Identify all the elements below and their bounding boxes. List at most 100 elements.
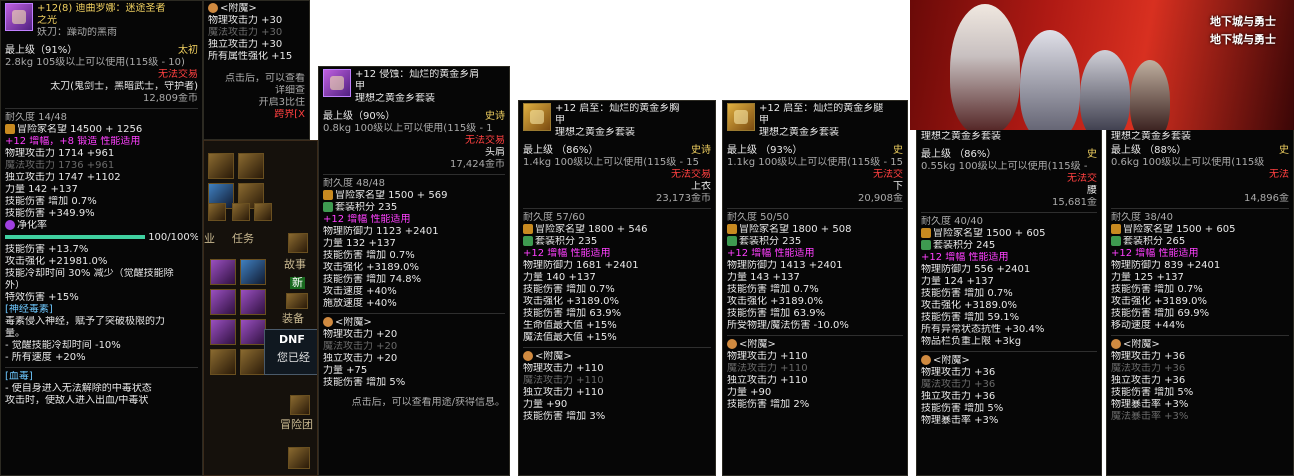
inventory-slot-6[interactable] xyxy=(240,319,266,345)
stat-dmg-reduction: 所受物理/魔法伤害 -10.0% xyxy=(727,320,849,331)
stat-str: 力量 143 +137 xyxy=(727,272,800,283)
stat-atk-up: 攻击强化 +3189.0% xyxy=(1111,296,1208,307)
stat-skill-dmg-2: 技能伤害 增加 59.1% xyxy=(921,312,1020,323)
cross-link[interactable]: 跨界[X xyxy=(208,109,305,121)
stat-status-res: 所有异常状态抗性 +30.4% xyxy=(921,324,1045,335)
hint-line-3: 开启3比住 xyxy=(258,97,305,108)
enchant-phys: 物理攻击力 +110 xyxy=(727,351,808,362)
enchant-indep: 独立攻击力 +110 xyxy=(727,375,808,386)
set-points: 套装积分 265 xyxy=(1123,236,1186,247)
item-price: 20,908金 xyxy=(858,193,903,204)
usage-hint[interactable]: 点击后，可以查看用途/获得信息。 xyxy=(323,397,505,409)
stat-atk-up: 攻击强化 +3189.0% xyxy=(523,296,620,307)
stat-skill-dmg: 技能伤害 增加 0.7% xyxy=(727,284,819,295)
trade-status: 无法交 xyxy=(873,169,903,180)
set-points: 套装积分 235 xyxy=(335,202,398,213)
adventurer-fame-icon xyxy=(921,228,931,238)
character-art-2 xyxy=(1020,30,1080,130)
inventory-slot-8[interactable] xyxy=(240,349,266,375)
tab-task[interactable]: 任务 xyxy=(232,233,254,245)
equip-slot-2[interactable] xyxy=(238,153,264,179)
character-art-3 xyxy=(1080,50,1130,130)
stat-weight-limit: 物品栏负重上限 +3kg xyxy=(921,336,1022,347)
trade-status: 无法交易 xyxy=(671,169,711,180)
quest-slot[interactable] xyxy=(286,293,308,309)
backpack-icon[interactable] xyxy=(290,395,310,415)
shoulder-icon xyxy=(323,69,351,97)
stat-skill-dmg-2: 技能伤害 增加 74.8% xyxy=(323,274,422,285)
stat-hp-max: 生命值最大值 +15% xyxy=(523,320,617,331)
tab-job[interactable]: 业 xyxy=(204,233,215,245)
enchant-skill: 技能伤害 增加 5% xyxy=(323,377,406,388)
story-label[interactable]: 故事 xyxy=(284,259,306,271)
rarity-text: 最上级（90%） xyxy=(323,111,396,122)
stat-atk-speed: 攻击速度 +40% xyxy=(323,286,397,297)
equip-label[interactable]: 装备 xyxy=(282,313,304,325)
item-price: 15,681金 xyxy=(1052,197,1097,208)
item-title: +12 启至：灿烂的黄金乡胸 xyxy=(555,103,680,114)
rarity-text: 最上级（91%） xyxy=(5,45,78,56)
item-subtitle: 妖刀：躁动的黑雨 xyxy=(37,27,117,38)
neuro-desc-cont: 量。 xyxy=(5,328,25,339)
rarity-text: 最上级 （86%） xyxy=(523,145,599,156)
rarity-tag: 史 xyxy=(1279,145,1289,156)
enchant-title: <附魔> xyxy=(933,355,970,366)
item-title: +12 侵蚀：灿烂的黄金乡肩 xyxy=(355,69,480,80)
inventory-slot-1[interactable] xyxy=(210,259,236,285)
equip-slot-1[interactable] xyxy=(208,153,234,179)
enchant-title: <附魔> xyxy=(220,3,257,14)
set-name: 理想之黄金乡套装 xyxy=(355,93,435,104)
inventory-slot-2[interactable] xyxy=(240,259,266,285)
bottom-icon[interactable] xyxy=(288,447,310,469)
game-logo-1: 地下城与勇士 xyxy=(1210,15,1276,28)
enchant-phys: 物理攻击力 +110 xyxy=(523,363,604,374)
enchant-str: 力量 +75 xyxy=(323,365,368,376)
amplify-line: +12 增幅，+8 锻造 性能适用 xyxy=(5,136,141,147)
enchant-indep: 独立攻击力 +36 xyxy=(921,391,996,402)
enchant-orb-icon xyxy=(323,317,333,327)
stat-str: 力量 140 +137 xyxy=(523,272,596,283)
stat-skill-dmg-2: 技能伤害 增加 69.9% xyxy=(1111,308,1210,319)
durability: 耐久度 38/40 xyxy=(1111,212,1173,223)
purify-bar xyxy=(5,235,145,239)
stat-skill-dmg-2: 技能伤害 增加 63.9% xyxy=(523,308,622,319)
weight-requirement: 0.8kg 100级以上可以使用(115级 - 1 xyxy=(323,123,493,134)
rarity-tag: 史 xyxy=(893,145,903,156)
stat-atk-up: 攻击强化 +3189.0% xyxy=(323,262,420,273)
set-name: 理想之黄金乡套装 xyxy=(1111,131,1191,142)
item-price: 12,809金币 xyxy=(143,93,198,104)
stat-cooldown-cont: 外） xyxy=(5,280,25,291)
equip-slot-7[interactable] xyxy=(254,203,272,221)
enchant-indep: 独立攻击力 +36 xyxy=(1111,375,1186,386)
enchant-indep: 独立攻击力 +30 xyxy=(208,39,283,50)
enchant-crit: 物理暴击率 +3% xyxy=(921,415,999,426)
stat-phys-def: 物理防御力 556 +2401 xyxy=(921,264,1031,275)
stat-atk-up: 攻击强化 +3189.0% xyxy=(921,300,1018,311)
rarity-tag: 史诗 xyxy=(485,111,505,122)
adventure-label[interactable]: 冒险团 xyxy=(280,419,313,431)
inventory-slot-5[interactable] xyxy=(210,319,236,345)
amplify-line: +12 增幅 性能适用 xyxy=(1111,248,1199,259)
item-price: 14,896金 xyxy=(1244,193,1289,204)
set-points: 套装积分 235 xyxy=(739,236,802,247)
enchant-phys: 物理攻击力 +30 xyxy=(208,15,283,26)
menu-icon[interactable] xyxy=(288,233,308,253)
stat-skill-dmg-3: 技能伤害 +13.7% xyxy=(5,244,89,255)
adventurer-fame: 冒险家名望 1500 + 569 xyxy=(335,190,448,201)
stat-skill-dmg: 技能伤害 增加 0.7% xyxy=(921,288,1013,299)
purify-value: 100/100% xyxy=(148,232,198,243)
enchant-mag: 魔法攻击力 +110 xyxy=(523,375,604,386)
adventurer-fame-icon xyxy=(1111,224,1121,234)
stat-str: 力量 124 +137 xyxy=(921,276,994,287)
belt-tooltip: 理想之黄金乡套装 最上级 （86%） 史 0.55kg 100级以上可以使用(11… xyxy=(916,128,1102,476)
enchant-phys: 物理攻击力 +36 xyxy=(921,367,996,378)
inventory-slot-4[interactable] xyxy=(240,289,266,315)
equip-slot-5[interactable] xyxy=(208,203,226,221)
hint-line-2: 详细查 xyxy=(275,85,305,96)
legs-tooltip: +12 启至：灿烂的黄金乡腿 甲 理想之黄金乡套装 最上级 （93%） 史 1.1… xyxy=(722,100,908,476)
stat-phys-atk: 物理攻击力 1714 +961 xyxy=(5,148,115,159)
equip-slot-6[interactable] xyxy=(232,203,250,221)
inventory-slot-3[interactable] xyxy=(210,289,236,315)
stat-str: 力量 125 +137 xyxy=(1111,272,1184,283)
inventory-slot-7[interactable] xyxy=(210,349,236,375)
